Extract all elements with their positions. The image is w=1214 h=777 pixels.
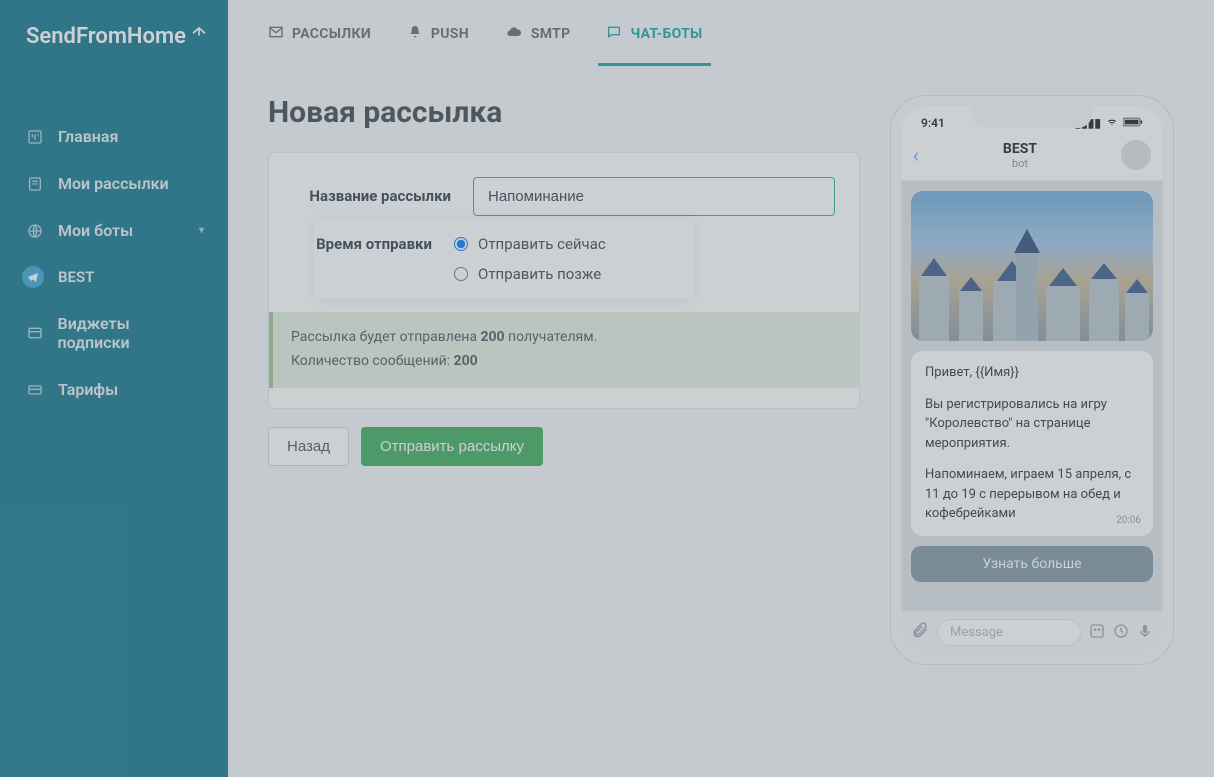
tab-label: ЧАТ-БОТЫ: [630, 26, 702, 42]
chat-message-input[interactable]: Message: [937, 619, 1081, 646]
sidebar-item-home[interactable]: Главная: [0, 113, 228, 160]
radio-send-now-highlight[interactable]: Отправить сейчас: [454, 229, 606, 259]
sidebar-item-pricing[interactable]: Тарифы: [0, 366, 228, 413]
bell-icon: [407, 24, 423, 44]
campaign-name-input[interactable]: [473, 177, 835, 216]
brand-text: SendFromHome: [26, 24, 186, 49]
chat-subtitle: bot: [929, 157, 1111, 170]
card-icon: [26, 381, 44, 399]
mail-icon: [268, 24, 284, 44]
tab-push[interactable]: PUSH: [407, 24, 469, 66]
dashboard-icon: [26, 128, 44, 146]
telegram-icon: [22, 266, 44, 288]
home-arrow-icon: [190, 24, 208, 49]
sidebar-item-bots[interactable]: Мои боты ▾: [0, 207, 228, 254]
message-image-castle: [911, 191, 1153, 341]
tab-campaigns[interactable]: РАССЫЛКИ: [268, 24, 371, 66]
sidebar-sub-best[interactable]: BEST: [0, 254, 228, 300]
phone-preview: 9:41 ▮▮▮▮ ‹ BEST bot: [890, 95, 1174, 665]
chat-body: Привет, {{Имя}} Вы регистрировались на и…: [901, 181, 1163, 610]
phone-notch: [972, 106, 1092, 128]
tab-label: PUSH: [431, 26, 469, 42]
back-button[interactable]: Назад: [268, 427, 349, 466]
chat-cta-button[interactable]: Узнать больше: [911, 546, 1153, 582]
chat-header: ‹ BEST bot: [901, 134, 1163, 181]
tab-label: РАССЫЛКИ: [292, 26, 371, 42]
sidebar-item-label: Мои рассылки: [58, 174, 169, 193]
sidebar-item-campaigns[interactable]: Мои рассылки: [0, 160, 228, 207]
sidebar-sub-label: BEST: [58, 268, 94, 286]
message-line: Привет, {{Имя}}: [925, 363, 1139, 383]
message-time: 20:06: [1116, 513, 1141, 528]
wifi-icon: [1105, 116, 1119, 130]
chevron-down-icon: ▾: [199, 225, 204, 236]
chat-icon: [606, 24, 622, 44]
clock-icon[interactable]: [1113, 623, 1129, 643]
sidebar-item-label: Тарифы: [58, 380, 118, 399]
recipients-notice: Рассылка будет отправлена 200 получателя…: [269, 312, 859, 388]
sticker-icon[interactable]: [1089, 623, 1105, 643]
chat-name: BEST: [929, 141, 1111, 157]
avatar[interactable]: [1121, 140, 1151, 170]
message-line: Вы регистрировались на игру "Королевство…: [925, 395, 1139, 454]
sidebar-item-widgets[interactable]: Виджеты подписки: [0, 300, 228, 366]
top-tabs: РАССЫЛКИ PUSH SMTP ЧАТ-БОТЫ: [228, 0, 1214, 67]
sidebar-item-label: Виджеты подписки: [58, 314, 202, 352]
sidebar: SendFromHome Главная Мои рассылки Мои бо…: [0, 0, 228, 777]
battery-icon: [1123, 116, 1143, 130]
brand-logo[interactable]: SendFromHome: [0, 0, 228, 73]
tab-smtp[interactable]: SMTP: [505, 24, 571, 66]
back-icon[interactable]: ‹: [913, 143, 919, 167]
message-line: Напоминаем, играем 15 апреля, с 11 до 19…: [925, 465, 1139, 524]
message-bubble: Привет, {{Имя}} Вы регистрировались на и…: [911, 351, 1153, 536]
main: РАССЫЛКИ PUSH SMTP ЧАТ-БОТЫ Новая рассыл…: [228, 0, 1214, 777]
tab-label: SMTP: [531, 26, 571, 42]
document-icon: [26, 175, 44, 193]
radio-send-later-highlight[interactable]: Отправить позже: [454, 259, 606, 289]
sidebar-item-label: Мои боты: [58, 221, 133, 240]
attach-icon[interactable]: [911, 621, 929, 644]
sidebar-item-label: Главная: [58, 127, 118, 146]
globe-icon: [26, 222, 44, 240]
mic-icon[interactable]: [1137, 623, 1153, 643]
cloud-icon: [505, 24, 523, 44]
status-time: 9:41: [921, 116, 945, 130]
tab-chatbots[interactable]: ЧАТ-БОТЫ: [606, 24, 702, 66]
chat-input-bar: Message: [901, 610, 1163, 654]
widget-icon: [26, 324, 44, 342]
send-campaign-button[interactable]: Отправить рассылку: [361, 427, 543, 466]
page-title: Новая рассылка: [268, 95, 860, 130]
highlight-region: Время отправки Отправить сейчас Отправит…: [314, 219, 694, 299]
field-label-name: Название рассылки: [293, 177, 473, 205]
